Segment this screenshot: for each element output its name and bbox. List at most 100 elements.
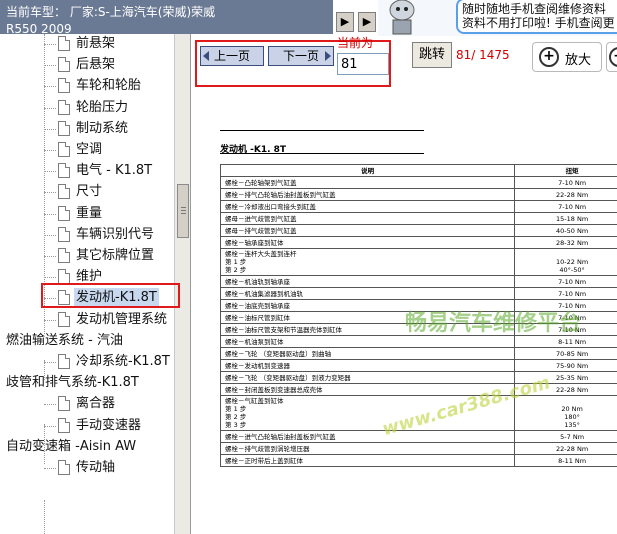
torque-description-cell: 螺栓－机油轨到轴承座 [219,275,516,288]
document-icon [58,205,70,221]
torque-description-cell: 螺栓－飞轮 （变矩器驱动盘）到曲轴 [219,347,516,360]
torque-value-cell: 7-10 Nm [514,275,617,288]
document-icon [58,226,70,242]
zoom-out-button[interactable]: − [606,42,617,72]
current-page-input[interactable] [337,53,389,75]
next-page-label: 下一页 [282,49,319,63]
tree-node-label: 冷却系统-K1.8T [76,354,170,369]
torque-description-cell: 螺母－进气歧管到气缸盖 [219,212,516,225]
table-row: 螺栓－正时带后上盖到缸体 8-11 Nm [219,454,617,467]
scroll-left-arrow-button[interactable]: ▶ [336,12,354,32]
torque-description-cell: 螺栓－机油泵到缸体 [219,335,516,348]
torque-value-cell: 8-11 Nm [514,454,617,467]
tree-node-label: 手动变速器 [76,417,142,433]
document-icon [58,184,70,200]
torque-value-cell: 7-10 Nm [514,176,617,189]
tree-node-label: 离合器 [76,396,116,412]
tree-node-label: 自动变速箱 -Aisin AW [6,438,137,454]
document-icon [58,142,70,157]
document-icon [58,120,70,136]
ad-banner[interactable]: 随时随地手机查阅维修资料 资料不用打印啦! 手机查阅更 [378,0,617,36]
tree-node-label: 重量 [76,205,103,221]
torque-value-cell: 20 Nm 180° 135° [514,395,617,431]
table-row: 螺母－排气歧管到气缸盖 40-50 Nm [219,224,617,237]
tree-node-label: 空调 [76,142,103,157]
torque-value-cell: 15-18 Nm [514,212,617,225]
tree-node-label: 燃油输送系统 - 汽油 [6,332,123,348]
tree-node-label: 电气 - K1.8T [76,163,153,179]
right-arrow-icon [325,51,331,61]
tree-node-label: 其它标牌位置 [76,248,155,263]
document-icon [58,460,70,475]
zoom-in-button[interactable]: + 放大 [532,42,602,72]
tree-node-label: 制动系统 [76,120,129,136]
torque-description-cell: 螺栓－连杆大头盖到连杆 第 1 步 第 2 步 [219,248,516,276]
col-header-description: 说明 [219,164,516,177]
torque-description-cell: 螺栓－机油集滤器到机油轨 [219,287,516,300]
torque-description-cell: 螺栓－正时带后上盖到缸体 [219,454,516,467]
table-row: 螺栓－轴承座到缸体 28-32 Nm [219,236,617,249]
table-row: 螺栓－飞轮 （变矩器驱动盘）到液力变矩器 25-35 Nm [219,371,617,384]
prev-page-label: 上一页 [213,49,250,63]
document-icon [58,78,70,94]
zoom-out-icon: − [609,47,617,67]
torque-description-cell: 螺栓－轴承座到缸体 [219,236,516,249]
col-header-torque: 扭矩 [514,164,617,177]
document-icon [58,57,70,73]
torque-value-cell: 22-28 Nm [514,188,617,201]
tree-node-label: 歧管和排气系统-K1.8T [6,375,139,391]
next-page-button[interactable]: 下一页 [268,46,334,66]
jump-button[interactable]: 跳转 [412,42,452,68]
tree-node-label: 车轮和轮胎 [76,78,142,94]
document-icon [58,99,70,115]
tree-node-label: 车辆识别代号 [76,226,155,242]
watermark-brand: 畅易汽车维修平台 [405,311,582,336]
table-row: 螺栓－机油轨到轴承座 7-10 Nm [219,275,617,288]
document-icon [58,417,70,433]
document-icon [58,248,70,263]
tree-node-label: 传动轴 [76,460,116,475]
torque-value-cell: 40-50 Nm [514,224,617,237]
torque-value-cell: 7-10 Nm [514,200,617,213]
table-row: 螺栓－连杆大头盖到连杆 第 1 步 第 2 步 10-22 Nm 40°-50° [219,248,617,276]
prev-page-button[interactable]: 上一页 [200,46,264,66]
document-icon [58,354,70,369]
page-count: 81/ 1475 [456,48,510,62]
tree-node-label: 轮胎压力 [76,99,129,115]
ad-line-1: 随时随地手机查阅维修资料 [462,2,607,16]
table-row: 螺栓－机油集滤器到机油轨 7-10 Nm [219,287,617,300]
table-row: 螺栓－进气凸轮轴后油封盖板到气缸盖 5-7 Nm [219,430,617,443]
torque-value-cell: 22-28 Nm [514,442,617,455]
torque-description-cell: 螺栓－排气歧管到涡轮增压器 [219,442,516,455]
current-page-label: 当前为 [337,36,374,50]
torque-description-cell: 螺栓－冷却液出口弯接头到缸盖 [219,200,516,213]
torque-value-cell: 5-7 Nm [514,430,617,443]
table-row: 螺栓－飞轮 （变矩器驱动盘）到曲轴 70-85 Nm [219,347,617,360]
window-title: 当前车型： 厂家:S-上海汽车(荣威)荣威 [6,5,216,19]
table-row: 螺母－进气歧管到气缸盖 15-18 Nm [219,212,617,225]
zoom-in-label: 放大 [565,53,592,68]
header-rule [220,130,424,131]
table-row: 螺栓－发动机到变速器 75-90 Nm [219,359,617,372]
table-row: 螺栓－冷却液出口弯接头到缸盖 7-10 Nm [219,200,617,213]
selected-node-highlight-box [41,283,180,308]
scroll-right-arrow-button[interactable]: ▶ [358,12,376,32]
torque-value-cell: 70-85 Nm [514,347,617,360]
document-icon [58,396,70,412]
torque-value-cell: 7-10 Nm [514,287,617,300]
tree-node-label: 尺寸 [76,184,103,200]
document-icon [58,36,70,51]
zoom-in-icon: + [539,47,559,67]
torque-description-cell: 螺栓－进气凸轮轴后油封盖板到气缸盖 [219,430,516,443]
torque-value-cell: 10-22 Nm 40°-50° [514,248,617,276]
title-rule [220,153,424,154]
left-arrow-icon [203,51,209,61]
table-row: 螺栓－封闭盖板到变速器总成壳体 22-28 Nm [219,383,617,396]
window-title-bar: 当前车型： 厂家:S-上海汽车(荣威)荣威 R550 2009 [0,0,333,34]
window-title-model: R550 2009 [6,22,72,34]
torque-value-cell: 28-32 Nm [514,236,617,249]
ad-text-bubble: 随时随地手机查阅维修资料 资料不用打印啦! 手机查阅更 [456,0,617,34]
tree-scrollbar-thumb[interactable] [177,184,189,238]
document-icon [58,163,70,179]
table-row: 螺栓－排气歧管到涡轮增压器 22-28 Nm [219,442,617,455]
